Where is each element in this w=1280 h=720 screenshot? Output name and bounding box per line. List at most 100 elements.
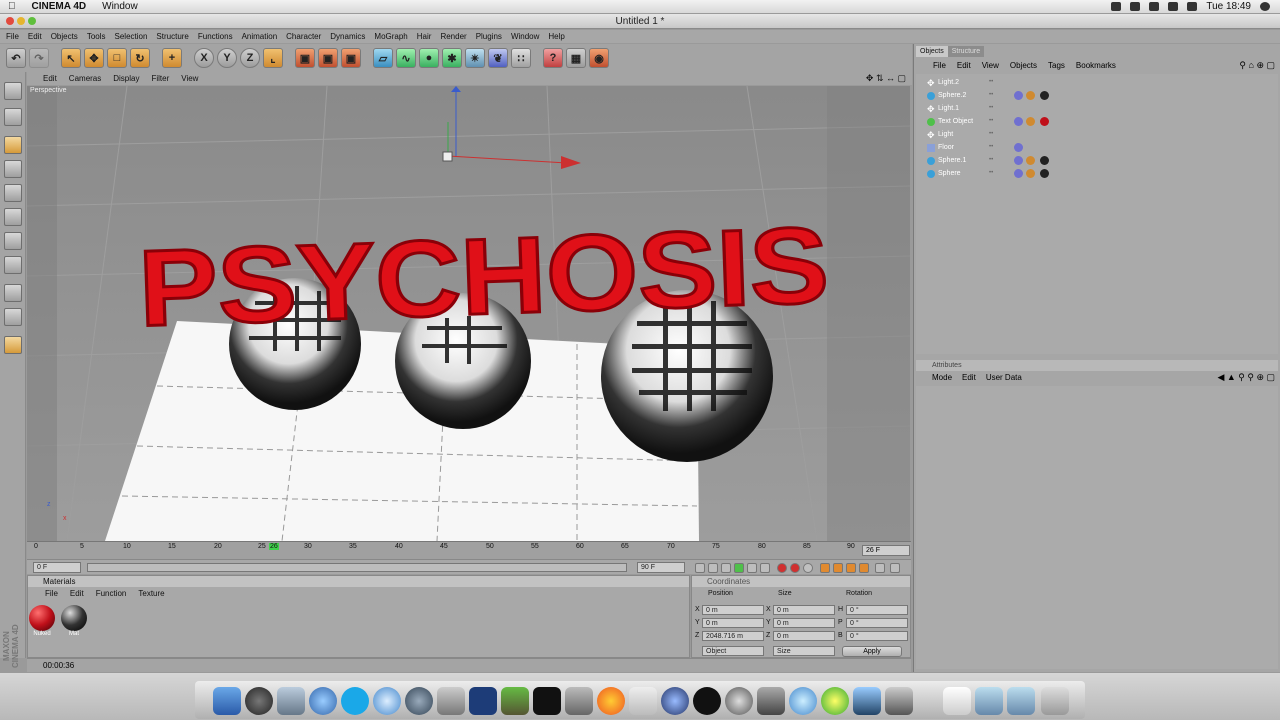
mograph-icon[interactable]: ▦ — [566, 48, 586, 68]
menu-dynamics[interactable]: Dynamics — [330, 32, 365, 41]
object-row-light-2[interactable]: ✥ Light.2 •• — [916, 76, 1278, 89]
cinema4d-icon[interactable] — [661, 687, 689, 715]
object-row-light[interactable]: ✥ Light •• — [916, 128, 1278, 141]
live-selection-icon[interactable]: ↖ — [61, 48, 81, 68]
app-icon[interactable] — [725, 687, 753, 715]
materials-menu-edit[interactable]: Edit — [70, 589, 84, 598]
position-key-icon[interactable] — [820, 563, 830, 573]
scale-key-icon[interactable] — [833, 563, 843, 573]
minecraft-icon[interactable] — [501, 687, 529, 715]
preview-range-slider[interactable] — [87, 563, 627, 572]
perspective-viewport[interactable]: PSYCHOSIS z x Perspective — [27, 86, 910, 541]
visibility-dots[interactable]: •• — [989, 105, 1003, 111]
screen-icon[interactable] — [1111, 2, 1122, 11]
applications-folder-icon[interactable] — [975, 687, 1003, 715]
finder-icon[interactable] — [213, 687, 241, 715]
polygons-mode-icon[interactable] — [4, 232, 22, 250]
objects-menu-file[interactable]: File — [933, 61, 946, 70]
objects-menu-edit[interactable]: Edit — [957, 61, 971, 70]
bluetooth-icon[interactable] — [1149, 2, 1160, 11]
visibility-dots[interactable]: •• — [989, 79, 1003, 85]
deformer-icon[interactable]: ✴ — [465, 48, 485, 68]
rotation-key-icon[interactable] — [846, 563, 856, 573]
quicktime-icon[interactable] — [405, 687, 433, 715]
terminal-icon[interactable] — [533, 687, 561, 715]
keyframe-selection-icon[interactable] — [803, 563, 813, 573]
workplane-icon[interactable] — [4, 308, 22, 326]
photo-browser-icon[interactable] — [565, 687, 593, 715]
x-axis-lock-button[interactable]: X — [194, 48, 214, 68]
textedit-icon[interactable] — [629, 687, 657, 715]
object-row-sphere[interactable]: Sphere •• — [916, 167, 1278, 180]
timeline-menu-icon[interactable] — [890, 563, 900, 573]
object-manager-nav-icons[interactable]: ⚲ ⌂ ⊕ ▢ — [1239, 60, 1275, 71]
viewport-menu-display[interactable]: Display — [113, 74, 139, 83]
menu-window[interactable]: Window — [511, 32, 539, 41]
scale-tool-icon[interactable]: □ — [107, 48, 127, 68]
move-tool-icon[interactable]: ✥ — [84, 48, 104, 68]
minimize-window-icon[interactable] — [17, 17, 25, 25]
material-swatch-mat[interactable]: Mat — [60, 605, 88, 637]
add-object-icon[interactable]: + — [162, 48, 182, 68]
end-frame-field[interactable]: 90 F — [637, 562, 685, 573]
next-frame-icon[interactable] — [747, 563, 757, 573]
parameter-key-icon[interactable] — [859, 563, 869, 573]
volume-icon[interactable] — [1168, 2, 1179, 11]
menu-selection[interactable]: Selection — [115, 32, 148, 41]
go-to-start-icon[interactable] — [695, 563, 705, 573]
current-frame-field[interactable]: 26 F — [862, 545, 910, 556]
visibility-dots[interactable]: •• — [989, 157, 1003, 163]
coordinate-mode-select[interactable]: Object — [702, 646, 764, 656]
material-tag-icon[interactable] — [1040, 91, 1049, 100]
live-icon[interactable] — [693, 687, 721, 715]
material-tag-icon[interactable] — [1040, 117, 1049, 126]
menu-tools[interactable]: Tools — [87, 32, 106, 41]
viewport-menu-edit[interactable]: Edit — [43, 74, 57, 83]
make-editable-icon[interactable] — [4, 82, 22, 100]
autokey-icon[interactable] — [790, 563, 800, 573]
object-row-sphere-2[interactable]: Sphere.2 •• — [916, 89, 1278, 102]
viewport-menu-filter[interactable]: Filter — [151, 74, 169, 83]
z-axis-lock-button[interactable]: Z — [240, 48, 260, 68]
cloud-icon[interactable] — [789, 687, 817, 715]
itunes-icon[interactable] — [309, 687, 337, 715]
start-frame-field[interactable]: 0 F — [33, 562, 81, 573]
photoshop-icon[interactable] — [469, 687, 497, 715]
app-icon[interactable] — [821, 687, 849, 715]
objects-menu-tags[interactable]: Tags — [1048, 61, 1065, 70]
menu-functions[interactable]: Functions — [198, 32, 233, 41]
tag-icon[interactable] — [1026, 117, 1035, 126]
rotation-b-field[interactable]: 0 ° — [846, 631, 908, 641]
visibility-dots[interactable]: •• — [989, 170, 1003, 176]
checker-icon[interactable] — [4, 284, 22, 302]
play-icon[interactable] — [734, 563, 744, 573]
position-z-field[interactable]: 2048.716 m — [702, 631, 764, 641]
clock[interactable]: Tue 18:49 — [1206, 1, 1251, 12]
coordinate-system-icon[interactable]: ⌞ — [263, 48, 283, 68]
render-picture-viewer-icon[interactable]: ▣ — [341, 48, 361, 68]
menu-mograph[interactable]: MoGraph — [374, 32, 407, 41]
python-icon[interactable]: ◉ — [589, 48, 609, 68]
visibility-dots[interactable]: •• — [989, 118, 1003, 124]
go-to-end-icon[interactable] — [760, 563, 770, 573]
menu-animation[interactable]: Animation — [242, 32, 278, 41]
image-capture-icon[interactable] — [885, 687, 913, 715]
nurbs-icon[interactable]: ● — [419, 48, 439, 68]
object-row-text-object[interactable]: Text Object •• — [916, 115, 1278, 128]
menu-objects[interactable]: Objects — [51, 32, 78, 41]
sculpt-icon[interactable] — [4, 336, 22, 354]
apple-icon[interactable]:  — [0, 1, 24, 12]
timeline-ruler[interactable]: 0 5 10 15 20 25 26 30 35 40 45 50 55 60 … — [27, 542, 862, 560]
menu-character[interactable]: Character — [286, 32, 321, 41]
attributes-menu-edit[interactable]: Edit — [962, 373, 976, 382]
objects-menu-view[interactable]: View — [982, 61, 999, 70]
tab-objects[interactable]: Objects — [916, 46, 948, 57]
tab-structure[interactable]: Structure — [947, 46, 985, 57]
object-row-floor[interactable]: Floor •• — [916, 141, 1278, 154]
rotate-tool-icon[interactable]: ↻ — [130, 48, 150, 68]
rotation-h-field[interactable]: 0 ° — [846, 605, 908, 615]
size-x-field[interactable]: 0 m — [773, 605, 835, 615]
menu-edit[interactable]: Edit — [28, 32, 42, 41]
tweak-mode-icon[interactable] — [4, 256, 22, 274]
zoom-window-icon[interactable] — [28, 17, 36, 25]
